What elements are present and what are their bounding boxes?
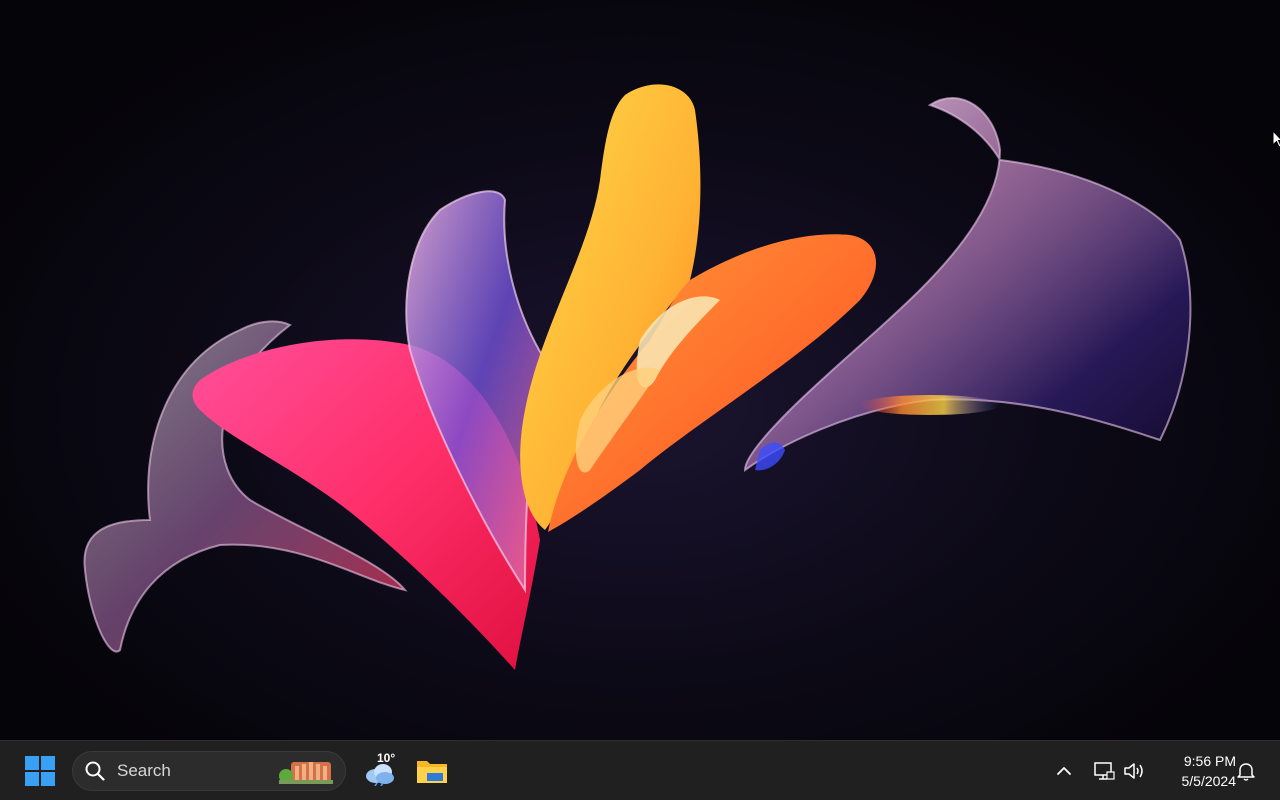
weather-temperature: 10° [377,751,396,765]
show-hidden-icons-button[interactable] [1050,753,1078,789]
network-button[interactable] [1090,753,1118,789]
taskbar: Search 10° 9:56 PM 5/5/2024 [0,740,1280,800]
search-icon [85,760,107,782]
clock-button[interactable]: 9:56 PM 5/5/2024 [1156,751,1237,791]
chevron-up-icon [1057,767,1071,775]
volume-icon [1124,763,1143,779]
wallpaper-bloom-art [83,84,1192,670]
clock-time: 9:56 PM [1183,753,1236,769]
folder-icon [417,761,447,783]
clock-date: 5/5/2024 [1181,773,1237,789]
bell-icon [1237,763,1255,781]
volume-button[interactable] [1120,753,1148,789]
notifications-button[interactable] [1232,753,1260,789]
windows-logo-icon [25,756,55,786]
mouse-cursor-icon [1272,130,1280,148]
search-box[interactable]: Search [72,751,346,791]
start-button[interactable] [20,751,60,791]
search-placeholder: Search [117,761,171,780]
file-explorer-button[interactable] [410,749,454,793]
search-highlight-illustration-icon[interactable] [277,756,335,786]
desktop[interactable] [0,0,1280,740]
network-icon [1094,762,1115,780]
